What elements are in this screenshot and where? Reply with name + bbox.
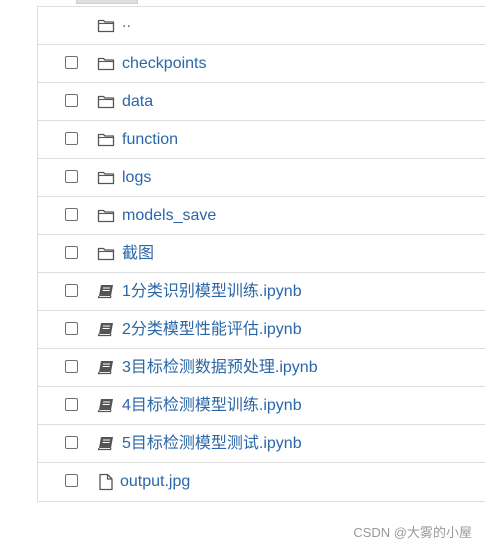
file-icon: [97, 473, 115, 491]
notebook-icon: [97, 283, 115, 299]
item-name-link[interactable]: checkpoints: [122, 45, 207, 83]
item-name-link[interactable]: 截图: [122, 235, 154, 273]
list-item-folder[interactable]: models_save: [38, 197, 485, 235]
list-item-notebook[interactable]: 1分类识别模型训练.ipynb: [38, 273, 485, 311]
select-checkbox[interactable]: [65, 132, 78, 145]
folder-icon: [97, 245, 115, 261]
file-list: .. checkpoints data function logs models…: [37, 6, 485, 502]
select-checkbox[interactable]: [65, 56, 78, 69]
notebook-icon: [97, 359, 115, 375]
watermark: CSDN @大雾的小屋: [353, 525, 472, 540]
item-name-link[interactable]: 4目标检测模型训练.ipynb: [122, 387, 302, 425]
list-item-folder[interactable]: data: [38, 83, 485, 121]
list-item-notebook[interactable]: 5目标检测模型测试.ipynb: [38, 425, 485, 463]
folder-icon: [97, 93, 115, 109]
notebook-icon: [97, 435, 115, 451]
item-name-link[interactable]: logs: [122, 159, 151, 197]
list-item-notebook[interactable]: 4目标检测模型训练.ipynb: [38, 387, 485, 425]
item-name-link[interactable]: output.jpg: [120, 463, 190, 501]
item-name-link[interactable]: 3目标检测数据预处理.ipynb: [122, 349, 318, 387]
folder-icon: [97, 17, 115, 33]
select-checkbox[interactable]: [65, 208, 78, 221]
select-checkbox[interactable]: [65, 94, 78, 107]
folder-icon: [97, 207, 115, 223]
item-name-link[interactable]: data: [122, 83, 153, 121]
parent-directory-row[interactable]: ..: [38, 7, 485, 45]
notebook-icon: [97, 397, 115, 413]
list-item-file[interactable]: output.jpg: [38, 463, 485, 501]
folder-icon: [97, 169, 115, 185]
select-checkbox[interactable]: [65, 398, 78, 411]
item-name-link[interactable]: function: [122, 121, 178, 159]
select-checkbox[interactable]: [65, 360, 78, 373]
notebook-icon: [97, 321, 115, 337]
select-checkbox[interactable]: [65, 246, 78, 259]
list-item-folder[interactable]: 截图: [38, 235, 485, 273]
parent-directory-link[interactable]: ..: [122, 4, 131, 42]
folder-icon: [97, 55, 115, 71]
list-item-folder[interactable]: function: [38, 121, 485, 159]
list-item-notebook[interactable]: 3目标检测数据预处理.ipynb: [38, 349, 485, 387]
select-checkbox[interactable]: [65, 436, 78, 449]
item-name-link[interactable]: 1分类识别模型训练.ipynb: [122, 273, 302, 311]
select-checkbox[interactable]: [65, 170, 78, 183]
select-checkbox[interactable]: [65, 284, 78, 297]
folder-icon: [97, 131, 115, 147]
select-checkbox[interactable]: [65, 322, 78, 335]
item-name-link[interactable]: models_save: [122, 197, 216, 235]
list-item-folder[interactable]: logs: [38, 159, 485, 197]
select-checkbox[interactable]: [65, 474, 78, 487]
item-name-link[interactable]: 2分类模型性能评估.ipynb: [122, 311, 302, 349]
list-item-folder[interactable]: checkpoints: [38, 45, 485, 83]
item-name-link[interactable]: 5目标检测模型测试.ipynb: [122, 425, 302, 463]
list-item-notebook[interactable]: 2分类模型性能评估.ipynb: [38, 311, 485, 349]
